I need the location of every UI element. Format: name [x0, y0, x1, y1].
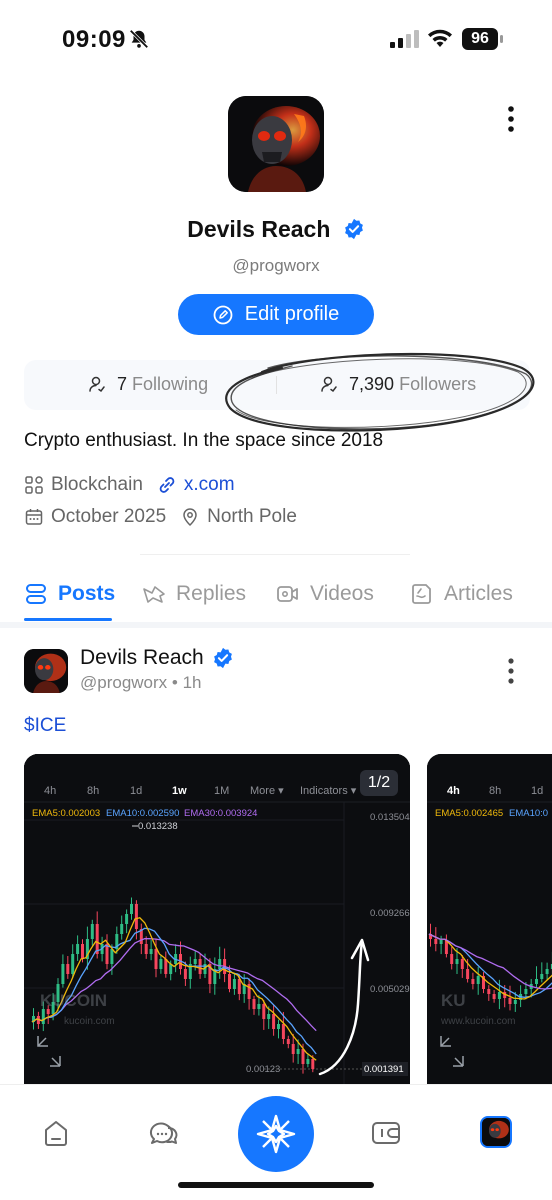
status-bar: 09:09 96	[0, 0, 552, 80]
followers-count: 7,390	[349, 374, 395, 394]
location-pin-icon	[183, 508, 197, 527]
profile-joined: October 2025	[51, 506, 167, 527]
section-divider	[140, 554, 410, 555]
chart-tf-1w: 1w	[172, 785, 187, 797]
post-author-name: Devils Reach	[80, 646, 204, 669]
wallet-icon[interactable]	[370, 1118, 402, 1148]
chart2-tf-1d: 1d	[531, 785, 543, 797]
chart2-watermark: KU	[441, 991, 466, 1010]
kucoin-star-button[interactable]	[238, 1096, 314, 1172]
home-icon[interactable]	[40, 1118, 72, 1148]
chart-watermark-url: kucoin.com	[64, 1016, 115, 1027]
kucoin-star-icon	[256, 1114, 296, 1154]
profile-handle: @progworx	[232, 256, 320, 275]
wifi-icon	[428, 29, 452, 47]
profile-meta-row-1: Blockchain x.com	[24, 474, 235, 496]
chart-last-price: 0.001391	[364, 1064, 404, 1075]
bell-muted-icon	[129, 29, 149, 49]
category-grid-icon	[25, 476, 43, 494]
edit-profile-button[interactable]: Edit profile	[178, 294, 374, 335]
chart2-tf-8h: 8h	[489, 785, 501, 797]
replies-icon	[143, 586, 165, 603]
chart-watermark: KUCOIN	[40, 991, 107, 1010]
post-author-handle: @progworx	[80, 673, 168, 692]
profile-meta-row-2: October 2025 North Pole	[24, 506, 297, 528]
following-stat[interactable]: 7 Following	[88, 374, 208, 395]
profile-avatar[interactable]	[228, 96, 324, 192]
edit-profile-label: Edit profile	[244, 303, 340, 325]
profile-name-row: Devils Reach	[0, 216, 552, 243]
chart-ema5: EMA5:0.002003	[32, 808, 100, 819]
chart-tf-4h: 4h	[44, 785, 56, 797]
tab-posts[interactable]: Posts	[24, 582, 115, 606]
post-more-icon[interactable]	[500, 656, 522, 686]
chat-icon[interactable]	[148, 1118, 180, 1148]
chart2-tf-4h: 4h	[447, 785, 460, 797]
post-time: • 1h	[171, 673, 202, 692]
profile-location: North Pole	[207, 506, 297, 527]
chart-ema10: EMA10:0.002590	[106, 808, 179, 819]
post-author-avatar[interactable]	[24, 649, 68, 693]
content-separator	[0, 622, 552, 628]
calendar-icon	[25, 509, 43, 525]
post-meta: @progworx • 1h	[80, 673, 202, 693]
profile-category: Blockchain	[51, 474, 143, 495]
posts-icon	[26, 584, 46, 604]
following-count: 7	[117, 374, 128, 394]
tab-label: Replies	[176, 582, 247, 605]
chart-axis-top: 0.013504	[370, 812, 410, 823]
tab-articles[interactable]: Articles	[410, 582, 513, 606]
post-image-2[interactable]: 4h 8h 1d EMA5:0.002465 EMA10:0 KU www.ku…	[427, 754, 552, 1084]
home-indicator	[178, 1182, 374, 1188]
chart-axis-2: 0.009266	[370, 908, 410, 919]
profile-name: Devils Reach	[187, 216, 331, 242]
person-icon	[89, 376, 105, 393]
tab-label: Videos	[310, 582, 374, 605]
tab-label: Articles	[444, 582, 513, 605]
followers-stat[interactable]: 7,390 Followers	[320, 374, 476, 395]
tab-videos[interactable]: Videos	[276, 582, 374, 606]
chart2-ema5: EMA5:0.002465	[435, 808, 503, 819]
chart-low-label: 0.00123	[246, 1064, 280, 1075]
chart-axis-3: 0.005029	[370, 984, 410, 995]
cellular-signal-icon	[390, 30, 419, 48]
edit-pencil-icon	[213, 305, 233, 324]
chart2-ema10: EMA10:0	[509, 808, 548, 819]
person-icon	[321, 376, 337, 393]
battery-icon: 96	[462, 28, 504, 50]
followers-label: Followers	[399, 374, 477, 394]
more-options-icon[interactable]	[498, 104, 524, 134]
chart-high-label: 0.013238	[138, 821, 178, 832]
following-label: Following	[132, 374, 209, 394]
status-time: 09:09	[62, 26, 126, 53]
chart-ema30: EMA30:0.003924	[184, 808, 257, 819]
chart-tf-1d: 1d	[130, 785, 142, 797]
active-tab-indicator	[24, 618, 112, 621]
chart-tf-1m: 1M	[214, 785, 229, 797]
chart-tf-8h: 8h	[87, 785, 99, 797]
battery-level: 96	[462, 28, 498, 50]
image-counter: 1/2	[360, 770, 398, 796]
profile-link[interactable]: x.com	[184, 474, 235, 496]
link-icon	[159, 477, 175, 493]
nav-profile-avatar[interactable]	[480, 1116, 512, 1148]
articles-icon	[412, 584, 431, 604]
chart-tf-more: More ▾	[250, 785, 284, 797]
profile-bio: Crypto enthusiast. In the space since 20…	[24, 430, 384, 451]
follow-stats: 7 Following 7,390 Followers	[24, 360, 530, 410]
verified-badge-icon	[213, 647, 232, 669]
chart-tf-indicators: Indicators ▾	[300, 785, 357, 797]
chart2-watermark-url: www.kucoin.com	[440, 1016, 515, 1027]
videos-icon	[277, 586, 298, 602]
post-image-1[interactable]: 4h 8h 1d 1w 1M More ▾ Indicators ▾ EMA5:…	[24, 754, 410, 1084]
post-author-row[interactable]: Devils Reach	[80, 646, 234, 670]
verified-badge-icon	[344, 218, 363, 240]
tab-replies[interactable]: Replies	[142, 582, 246, 606]
post-ticker-tag[interactable]: $ICE	[24, 715, 66, 737]
stats-divider	[276, 376, 277, 394]
profile-tabs: Posts Replies Videos Articles	[0, 572, 552, 622]
tab-label: Posts	[58, 582, 116, 605]
